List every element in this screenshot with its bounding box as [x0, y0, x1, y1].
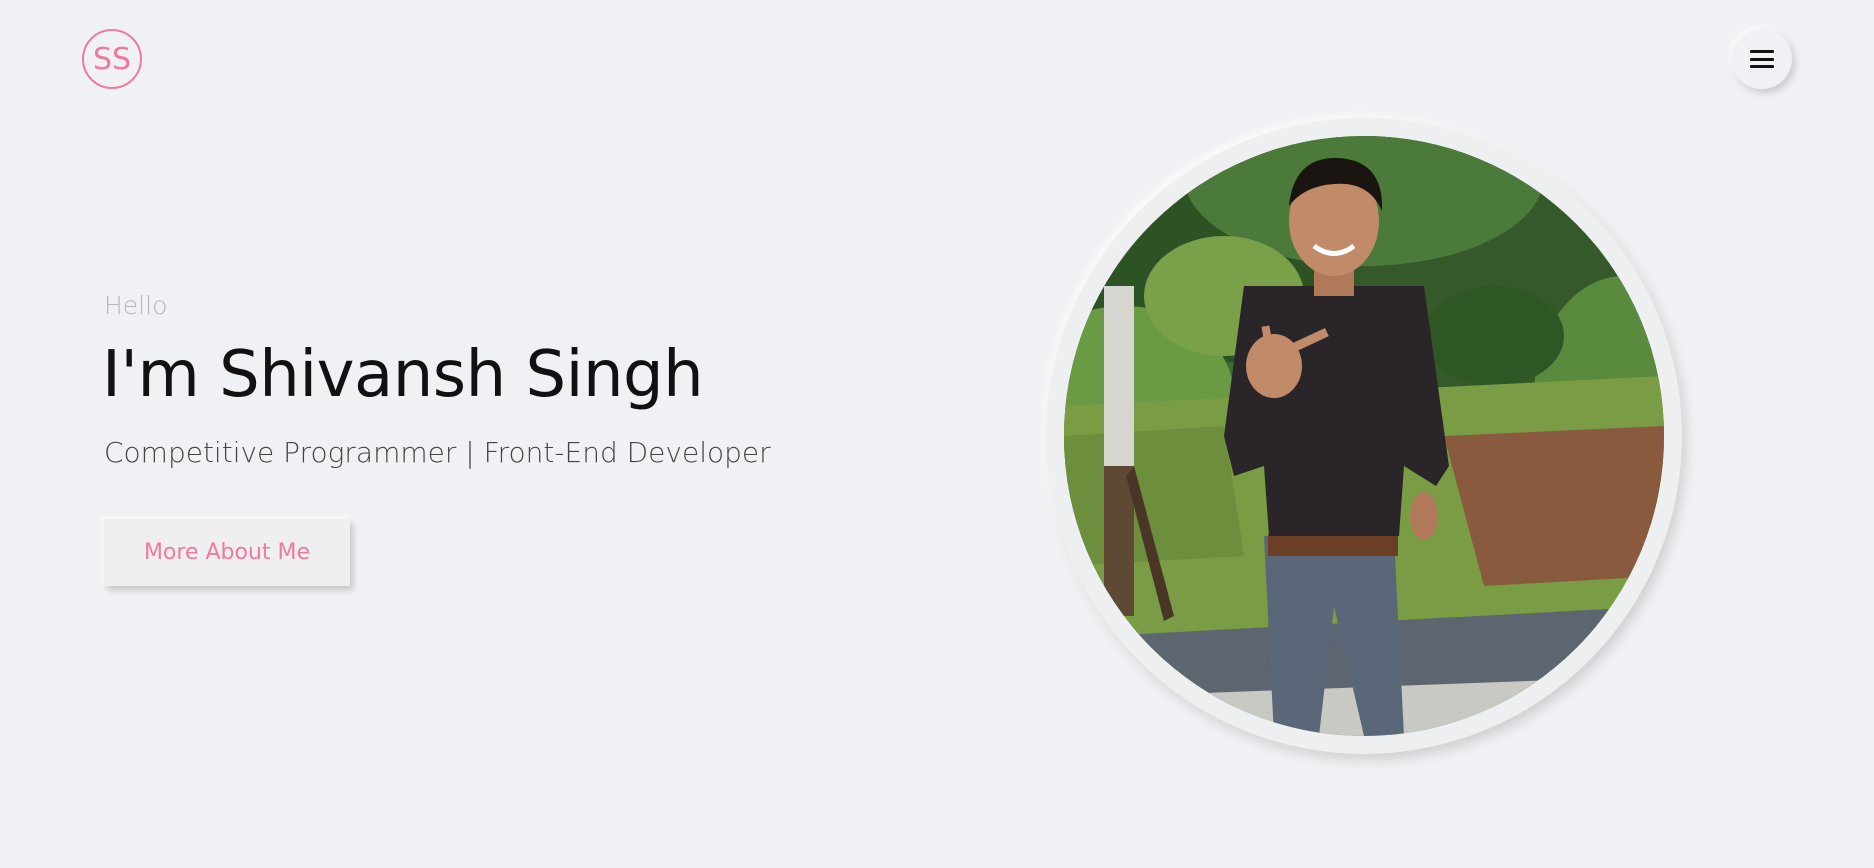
hero-title: I'm Shivansh Singh	[102, 338, 704, 412]
hamburger-menu-icon	[1750, 49, 1774, 69]
profile-photo	[1064, 136, 1664, 736]
page: SS Hello I'm Shivansh Singh Competitive …	[0, 0, 1874, 868]
logo-text: SS	[92, 41, 132, 77]
menu-button[interactable]	[1732, 29, 1792, 89]
logo[interactable]: SS	[82, 29, 142, 89]
profile-photo-frame	[1046, 118, 1682, 754]
hero-subtitle: Competitive Programmer | Front-End Devel…	[104, 436, 771, 469]
more-about-me-button[interactable]: More About Me	[104, 519, 350, 586]
greeting-text: Hello	[104, 291, 168, 320]
